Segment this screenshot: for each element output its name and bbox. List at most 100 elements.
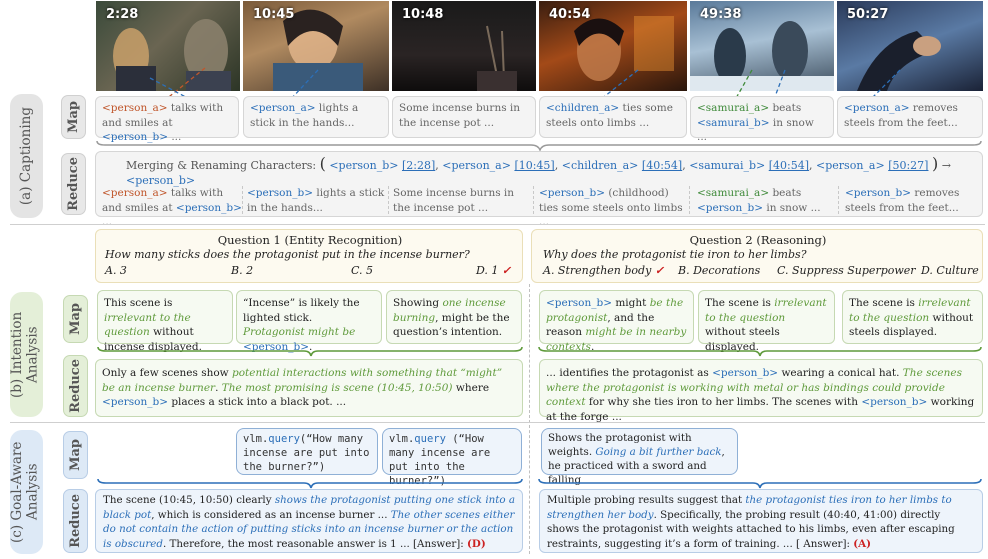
caption-map-6: <person_a> removes steels from the feet.… xyxy=(837,96,983,138)
intention-reduce-q1: Only a few scenes show potential interac… xyxy=(95,359,523,417)
intent-text: This scene is xyxy=(104,297,173,309)
section-divider-1 xyxy=(10,224,985,225)
timestamp-3: 10:48 xyxy=(402,7,444,22)
q2-option-b: B. Decorations xyxy=(678,264,761,277)
q1-option-d-text: D. 1 xyxy=(476,264,499,277)
caption-person-tag: <person_a> xyxy=(250,102,316,114)
map-tab-text: Map xyxy=(68,439,83,471)
intent-text: . xyxy=(215,381,222,394)
goal-text: , which is considered as an incense burn… xyxy=(151,508,391,521)
q1-option-c: C. 5 xyxy=(351,264,374,277)
merge-line: Merging & Renaming Characters: ( <person… xyxy=(126,154,951,187)
question-1-title: Question 1 (Entity Recognition) xyxy=(217,233,403,247)
video-frame-5: 49:38 xyxy=(690,1,834,91)
caption-person-tag: <children_a> xyxy=(546,102,620,114)
intent-highlight: Protagonist might be xyxy=(243,326,356,338)
goal-label: (c) Goal-Aware Analysis xyxy=(9,430,43,554)
goal-reduce-q2: Multiple probing results suggest that th… xyxy=(539,489,983,553)
intention-brace-q1 xyxy=(97,346,523,357)
caption-person-tag: <samurai_b> xyxy=(697,116,770,129)
q1-option-a: A. 3 xyxy=(105,264,127,277)
caption-map-3: Some incense burns in the incense pot ..… xyxy=(392,96,536,138)
merge-tag: <person_b> xyxy=(329,159,399,172)
caption-text: Some incense burns in the incense pot ..… xyxy=(393,187,515,214)
center-dashed-divider xyxy=(529,284,530,554)
reduce-divider xyxy=(689,186,690,214)
merge-time: [2:28] xyxy=(401,159,436,172)
caption-person-tag: <person_b> xyxy=(697,201,763,214)
caption-text: Some incense burns in the incense pot ..… xyxy=(399,102,521,129)
captioning-label: (a) Captioning xyxy=(10,94,43,218)
merge-time: [10:45] xyxy=(514,159,555,172)
caption-person-tag: <person_a> xyxy=(102,187,168,199)
vlm-function: query xyxy=(414,433,446,445)
intent-person-tag: <person_b> xyxy=(546,297,612,309)
video-frame-3: 10:48 xyxy=(392,1,536,91)
caption-reduce-1: <person_a> talks with and smiles at <per… xyxy=(102,186,242,230)
merge-paren-open: ( xyxy=(319,154,326,173)
captioning-label-text: (a) Captioning xyxy=(17,106,34,206)
intention-label: (b) Intention Analysis xyxy=(9,292,43,417)
intent-text: Only a few scenes show xyxy=(102,367,233,379)
timestamp-5: 49:38 xyxy=(700,7,742,22)
merge-time: [50:27] xyxy=(888,159,929,172)
section-divider-2 xyxy=(10,422,985,423)
answer-label: (D) xyxy=(467,537,486,550)
video-frame-6: 50:27 xyxy=(837,1,983,91)
goal-map-q2: Shows the protagonist with weights. Goin… xyxy=(541,428,738,486)
intention-map-q2-1: <person_b> might be the protagonist, and… xyxy=(539,290,694,353)
goal-brace-q2 xyxy=(538,478,982,489)
vlm-function: query xyxy=(268,433,300,445)
timestamp-2: 10:45 xyxy=(253,7,295,22)
caption-person-tag: <person_a> xyxy=(102,102,168,114)
vlm-prefix: vlm. xyxy=(243,433,269,445)
merge-time: [40:54] xyxy=(768,159,810,172)
intent-text: places a stick into a black pot. ... xyxy=(168,396,347,408)
intent-text: ... identifies the protagonist as xyxy=(546,367,713,379)
merge-paren-close: ) xyxy=(931,154,939,173)
captioning-reduce-box: Merging & Renaming Characters: ( <person… xyxy=(95,151,983,228)
merge-tag: <samurai_b> xyxy=(689,159,766,172)
intention-map-tab: Map xyxy=(63,295,88,343)
merge-label: Merging & Renaming Characters: xyxy=(126,159,317,172)
caption-text: beats xyxy=(769,187,802,199)
question-2-title: Question 2 (Reasoning) xyxy=(689,233,827,247)
intention-reduce-tab: Reduce xyxy=(63,355,88,417)
intention-map-q1-2: “Incense” is likely the lighted stick. P… xyxy=(236,290,382,353)
timestamp-4: 40:54 xyxy=(549,7,591,22)
reduce-tab-text: Reduce xyxy=(66,157,81,211)
q1-option-d: D. 1 ✓ xyxy=(476,264,511,279)
question-2-text: Why does the protagonist tie iron to her… xyxy=(543,248,807,261)
question-2-box: Question 2 (Reasoning) Why does the prot… xyxy=(531,229,983,283)
intent-person-tag: <person_b> xyxy=(861,396,928,408)
reduce-divider xyxy=(388,186,389,214)
intent-text: The scene is xyxy=(849,297,919,309)
caption-reduce-4: <person_b> (childhood) ties some steels … xyxy=(539,186,687,230)
intention-label-text: (b) Intention Analysis xyxy=(9,311,41,398)
goal-reduce-q1: The scene (10:45, 10:50) clearly shows t… xyxy=(95,489,523,553)
goal-brace-q1 xyxy=(97,478,523,489)
intent-text: Showing xyxy=(393,297,443,309)
captioning-map-tab: Map xyxy=(61,95,86,139)
q2-option-a-text: A. Strengthen body xyxy=(543,264,652,277)
merge-time: [40:54] xyxy=(641,159,683,172)
goal-text: Multiple probing results suggest that xyxy=(547,494,746,506)
q2-option-d: D. Culture xyxy=(921,264,979,277)
intention-map-q2-2: The scene is irrelevant to the question … xyxy=(698,290,835,353)
goal-text: The scene (10:45, 10:50) clearly xyxy=(103,494,275,506)
intention-map-q1-3: Showing one incense burning, might be th… xyxy=(386,290,522,344)
intent-text: where xyxy=(452,381,490,394)
answer-label: (A) xyxy=(853,537,871,550)
caption-text: ... xyxy=(102,216,113,228)
caption-reduce-3: Some incense burns in the incense pot ..… xyxy=(393,186,533,215)
video-frame-2: 10:45 xyxy=(243,1,389,91)
intention-brace-q2 xyxy=(538,346,982,357)
reduce-divider xyxy=(533,186,534,214)
goal-reduce-tab: Reduce xyxy=(63,489,88,553)
goal-text: . Therefore, the most reasonable answer … xyxy=(162,537,468,550)
merge-result: <person_b> xyxy=(126,173,196,187)
caption-person-tag: <person_b> xyxy=(247,187,313,199)
merge-arrow: → xyxy=(941,159,951,172)
intent-text: might xyxy=(612,297,650,309)
reduce-tab-text: Reduce xyxy=(68,494,83,548)
